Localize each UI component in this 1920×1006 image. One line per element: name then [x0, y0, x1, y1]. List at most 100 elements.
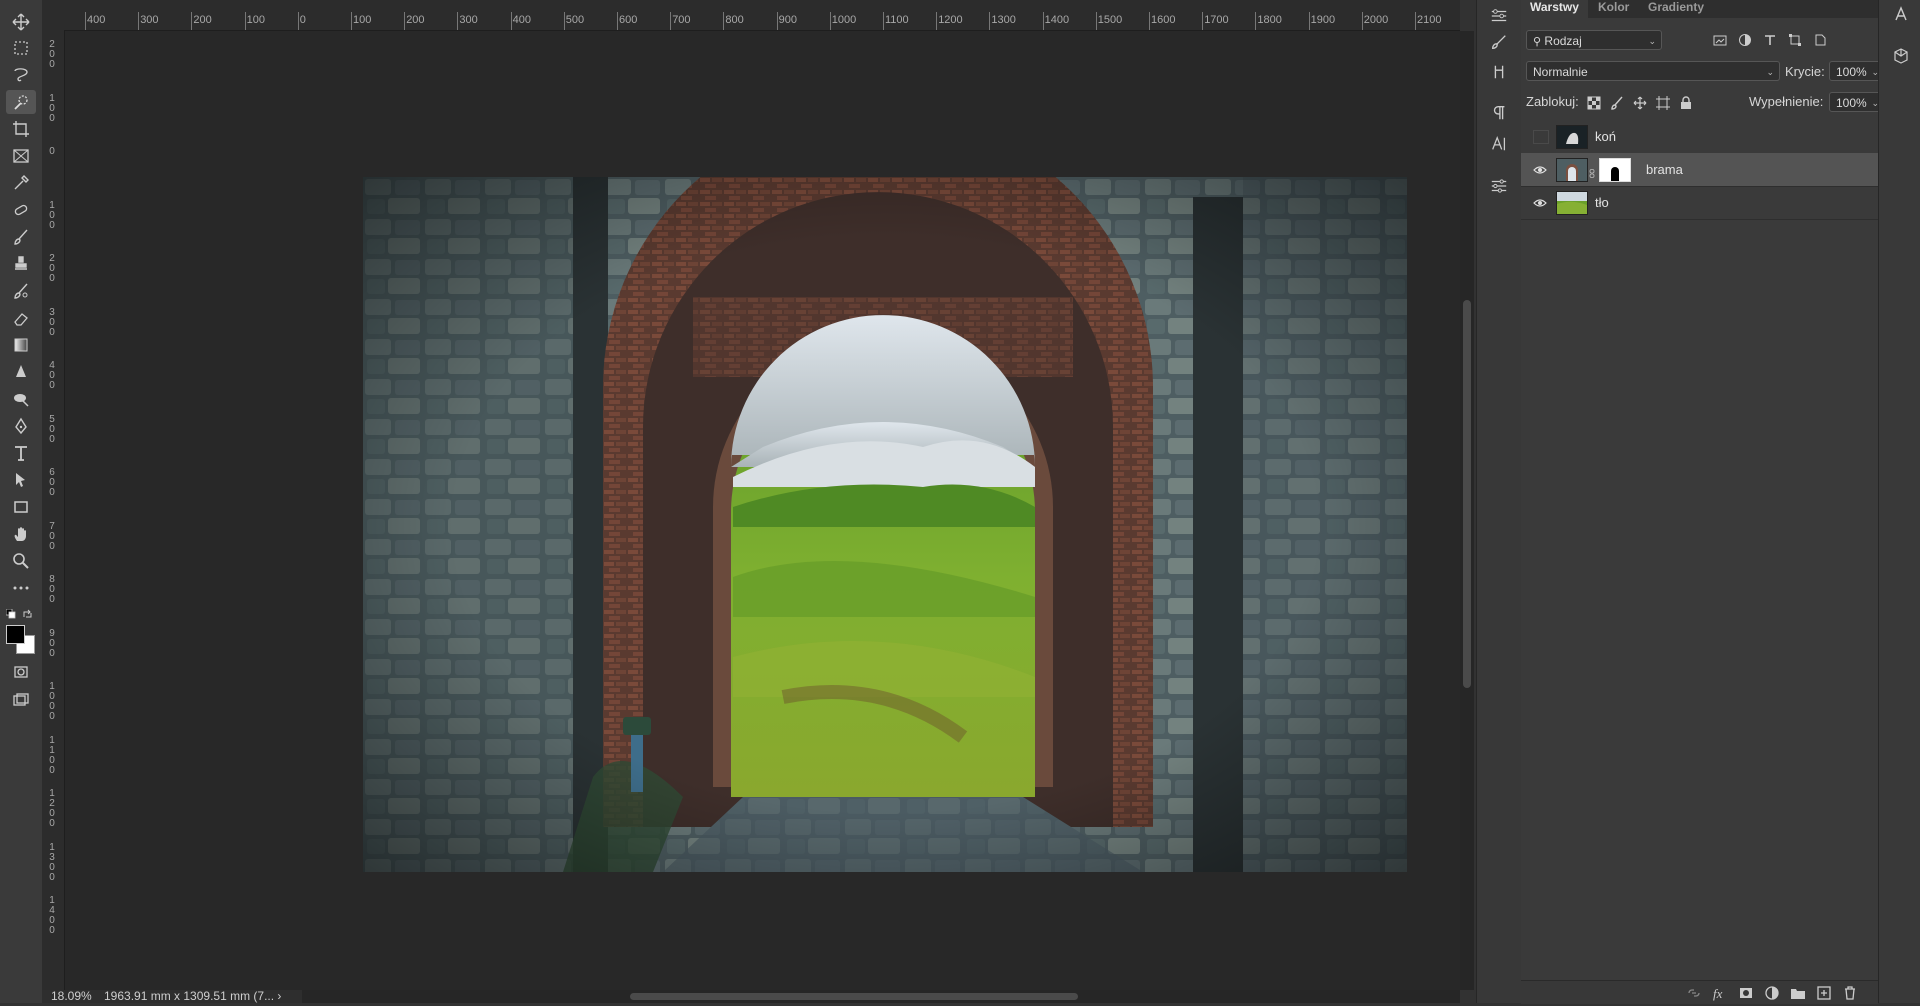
layer-name[interactable]: brama — [1646, 162, 1683, 177]
canvas-area[interactable] — [65, 31, 1460, 990]
layer-filter-select[interactable]: ⚲ Rodzaj ⌄ — [1526, 30, 1662, 50]
ruler-tick — [457, 12, 459, 30]
ruler-tick-label: 1100 — [49, 734, 55, 776]
visibility-toggle-icon[interactable] — [1533, 130, 1549, 144]
ruler-tick-label: 300 — [140, 14, 159, 26]
vertical-ruler: 200 100 0 100 200 300 400 500 600 700 800 900 1000 11… — [42, 30, 65, 990]
screen-mode-icon[interactable] — [6, 688, 36, 712]
document-image[interactable] — [363, 177, 1407, 872]
filter-adjustment-icon[interactable] — [1738, 33, 1752, 52]
ruler-tick — [404, 12, 406, 30]
blend-mode-select[interactable]: Normalnie ⌄ — [1526, 61, 1780, 81]
hand-tool-icon[interactable] — [6, 522, 36, 546]
lock-image-pixels-icon[interactable] — [1610, 96, 1624, 115]
ruler-tick-label: 1300 — [49, 841, 55, 883]
pen-tool-icon[interactable] — [6, 414, 36, 438]
swap-colors-icon[interactable] — [22, 606, 34, 618]
more-tools-icon[interactable] — [6, 576, 36, 600]
tab-layers[interactable]: Warstwy — [1521, 0, 1588, 18]
layer-name[interactable]: koń — [1595, 129, 1616, 144]
link-layers-icon[interactable] — [1686, 985, 1702, 1001]
quick-selection-tool-icon[interactable] — [6, 90, 36, 114]
path-selection-tool-icon[interactable] — [6, 468, 36, 492]
fill-label: Wypełnienie: — [1749, 94, 1824, 109]
new-adjustment-layer-icon[interactable] — [1764, 985, 1780, 1001]
layer-row[interactable]: brama — [1521, 153, 1878, 187]
ruler-tick — [617, 12, 618, 30]
brush-tool-icon[interactable] — [6, 225, 36, 249]
layer-mask-thumbnail[interactable] — [1599, 158, 1631, 182]
clone-stamp-tool-icon[interactable] — [6, 252, 36, 276]
zoom-level[interactable]: 18.09% — [51, 990, 92, 1003]
ruler-tick-label: 800 — [49, 574, 55, 605]
clone-source-icon[interactable] — [1487, 60, 1511, 84]
filter-pixel-icon[interactable] — [1713, 33, 1727, 52]
ruler-tick — [1095, 12, 1097, 30]
frame-tool-icon[interactable] — [6, 144, 36, 168]
adjustments-icon[interactable] — [1487, 174, 1511, 198]
fill-field[interactable]: 100% ⌄ — [1829, 92, 1885, 112]
ruler-tick — [1042, 12, 1044, 30]
zoom-tool-icon[interactable] — [6, 549, 36, 573]
lock-transparent-pixels-icon[interactable] — [1587, 96, 1601, 115]
layer-effects-icon[interactable]: fx — [1712, 985, 1728, 1001]
rectangle-tool-icon[interactable] — [6, 495, 36, 519]
ruler-tick-label: 200 — [193, 14, 212, 26]
link-chain-icon[interactable] — [1589, 165, 1595, 178]
eraser-tool-icon[interactable] — [6, 306, 36, 330]
ruler-tick-label: 1900 — [1310, 14, 1336, 26]
character-style-icon[interactable] — [1893, 6, 1909, 27]
vertical-scroll-thumb[interactable] — [1463, 300, 1471, 688]
character-icon[interactable] — [1487, 132, 1511, 156]
foreground-color-swatch[interactable] — [6, 625, 25, 644]
new-group-icon[interactable] — [1790, 985, 1806, 1001]
properties-icon[interactable] — [1487, 4, 1511, 28]
tab-gradients[interactable]: Gradienty — [1639, 0, 1713, 18]
document-size[interactable]: 1963.91 mm x 1309.51 mm (7... › — [104, 990, 281, 1003]
eye-icon[interactable] — [1533, 196, 1547, 208]
history-brush-tool-icon[interactable] — [6, 279, 36, 303]
lasso-tool-icon[interactable] — [6, 62, 36, 86]
layer-row[interactable]: koń — [1521, 120, 1878, 154]
lock-all-icon[interactable] — [1679, 96, 1693, 115]
eyedropper-tool-icon[interactable] — [6, 171, 36, 195]
paragraph-icon[interactable] — [1487, 101, 1511, 125]
ruler-tick — [138, 12, 140, 30]
layer-row[interactable]: tło — [1521, 186, 1878, 220]
layer-name[interactable]: tło — [1595, 195, 1609, 210]
gradient-tool-icon[interactable] — [6, 333, 36, 357]
filter-shape-icon[interactable] — [1788, 33, 1802, 52]
move-tool-icon[interactable] — [6, 10, 36, 34]
dodge-tool-icon[interactable] — [6, 387, 36, 411]
new-layer-icon[interactable] — [1816, 985, 1832, 1001]
ruler-tick-label: 2000 — [1363, 14, 1389, 26]
quick-mask-icon[interactable] — [6, 660, 36, 684]
eye-icon[interactable] — [1533, 163, 1547, 175]
filter-type-icon[interactable] — [1763, 33, 1777, 52]
blur-tool-icon[interactable] — [6, 360, 36, 384]
lock-artboard-icon[interactable] — [1656, 96, 1670, 115]
default-colors-icon[interactable] — [5, 606, 16, 619]
tab-color[interactable]: Kolor — [1589, 0, 1638, 18]
crop-tool-icon[interactable] — [6, 117, 36, 141]
ruler-tick — [1255, 12, 1257, 30]
delete-layer-icon[interactable] — [1842, 985, 1858, 1001]
ruler-tick-label: 500 — [49, 413, 55, 445]
horizontal-scroll-thumb[interactable] — [630, 993, 1078, 1000]
ruler-tick-label: 1400 — [49, 895, 55, 936]
svg-text:fx: fx — [1713, 986, 1723, 1001]
opacity-field[interactable]: 100% ⌄ — [1829, 61, 1885, 81]
add-mask-icon[interactable] — [1738, 985, 1754, 1001]
spot-healing-tool-icon[interactable] — [6, 198, 36, 222]
filter-smart-object-icon[interactable] — [1813, 33, 1827, 52]
ruler-tick — [297, 12, 299, 30]
marquee-tool-icon[interactable] — [6, 36, 36, 60]
type-tool-icon[interactable] — [6, 441, 36, 465]
3d-cube-icon[interactable] — [1893, 48, 1909, 69]
ruler-tick-label: 100 — [49, 92, 55, 124]
brush-settings-icon[interactable] — [1487, 30, 1511, 54]
ruler-tick — [85, 12, 86, 30]
lock-position-icon[interactable] — [1633, 96, 1647, 115]
horizontal-ruler: 400 300 200 100 0 100 200 300 400 500 600 700 800 900… — [42, 0, 1460, 31]
ruler-tick-label: 200 — [49, 39, 55, 70]
